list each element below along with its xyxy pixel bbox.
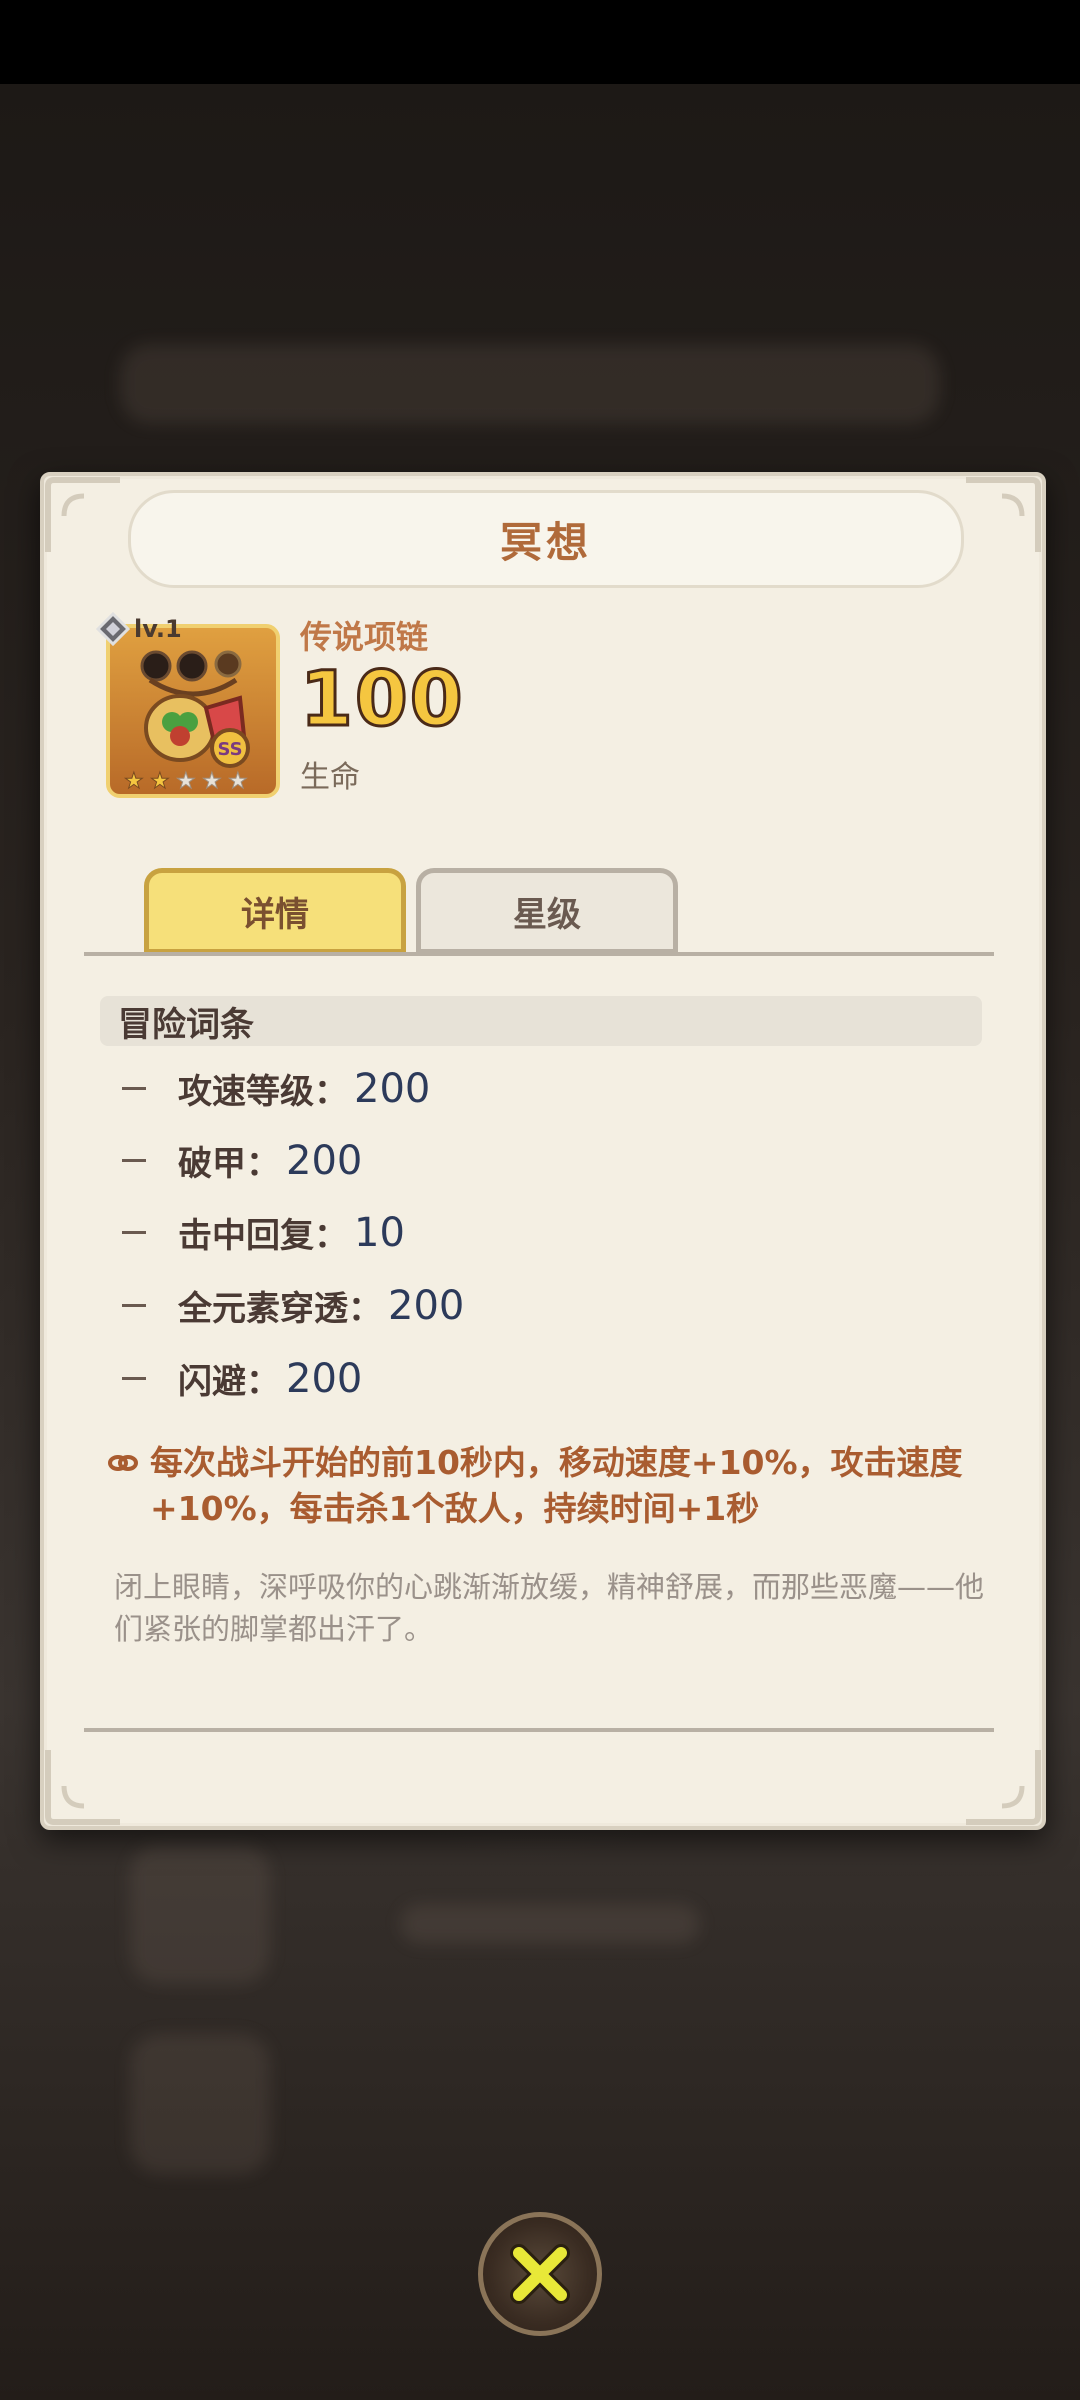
tab-star-level[interactable]: 星级: [416, 868, 678, 954]
level-badge: lv.1: [96, 612, 182, 646]
section-title: 冒险词条: [118, 1004, 254, 1045]
star-empty-icon: ★: [228, 769, 248, 794]
stat-label: 全元素穿透：: [178, 1289, 382, 1329]
ornament-corner-top-left: [45, 477, 120, 552]
tab-details[interactable]: 详情: [144, 868, 406, 954]
effect-text: 每次战斗开始的前10秒内，移动速度+10%，攻击速度+10%，每击杀1个敌人，持…: [150, 1443, 963, 1528]
dash-icon: [122, 1159, 146, 1162]
stat-label: 攻速等级：: [178, 1072, 348, 1112]
level-text: lv.1: [134, 615, 182, 643]
stat-value: 200: [286, 1355, 363, 1402]
stat-label: 闪避：: [178, 1362, 280, 1402]
necklace-icon: SS ★ ★ ★ ★ ★: [124, 650, 250, 795]
close-button[interactable]: [478, 2212, 602, 2336]
stat-value: 10: [354, 1209, 405, 1256]
stat-value: 200: [388, 1282, 465, 1329]
rank-badge-text: SS: [217, 739, 242, 760]
bottom-divider: [84, 1728, 994, 1732]
tab-divider: [84, 952, 994, 956]
item-value: 100: [299, 653, 465, 745]
tab-details-label: 详情: [241, 894, 309, 935]
stat-value: 200: [354, 1065, 431, 1112]
title-banner: 冥想: [128, 490, 964, 588]
stat-row: 全元素穿透： 200: [122, 1281, 464, 1330]
ornament-corner-bottom-right: [966, 1750, 1041, 1825]
item-detail-dialog: 冥想 SS ★ ★ ★ ★ ★ lv.1 传说项链 100 生命 详情 星级 冒…: [40, 472, 1046, 1830]
stat-row: 破甲： 200: [122, 1136, 362, 1185]
star-filled-icon: ★: [150, 769, 170, 794]
stat-value: 200: [286, 1137, 363, 1184]
section-header: 冒险词条: [100, 996, 982, 1046]
dash-icon: [122, 1231, 146, 1234]
item-icon: SS ★ ★ ★ ★ ★: [106, 624, 280, 798]
item-stat-name: 生命: [300, 760, 360, 795]
stat-row: 击中回复： 10: [122, 1208, 405, 1257]
flavor-text: 闭上眼睛，深呼吸你的心跳渐渐放缓，精神舒展，而那些恶魔——他们紧张的脚掌都出汗了…: [114, 1570, 985, 1646]
link-icon: [108, 1455, 138, 1471]
star-empty-icon: ★: [202, 769, 222, 794]
stat-row: 闪避： 200: [122, 1354, 362, 1403]
ornament-corner-top-right: [966, 477, 1041, 552]
stat-row: 攻速等级： 200: [122, 1064, 430, 1113]
dash-icon: [122, 1377, 146, 1380]
dash-icon: [122, 1304, 146, 1307]
diamond-icon: [96, 612, 130, 646]
stat-label: 击中回复：: [178, 1216, 348, 1256]
star-empty-icon: ★: [176, 769, 196, 794]
stat-label: 破甲：: [178, 1144, 280, 1184]
dialog-title: 冥想: [499, 517, 592, 567]
status-bar: [0, 0, 1080, 84]
ornament-corner-bottom-left: [45, 1750, 120, 1825]
special-effect: 每次战斗开始的前10秒内，移动速度+10%，攻击速度+10%，每击杀1个敌人，持…: [108, 1440, 1008, 1532]
dash-icon: [122, 1087, 146, 1090]
tab-star-level-label: 星级: [513, 894, 581, 935]
item-name: 传说项链: [300, 618, 429, 656]
star-rating: ★ ★ ★ ★ ★: [124, 769, 249, 795]
close-icon: [510, 2244, 570, 2304]
star-filled-icon: ★: [124, 769, 144, 794]
